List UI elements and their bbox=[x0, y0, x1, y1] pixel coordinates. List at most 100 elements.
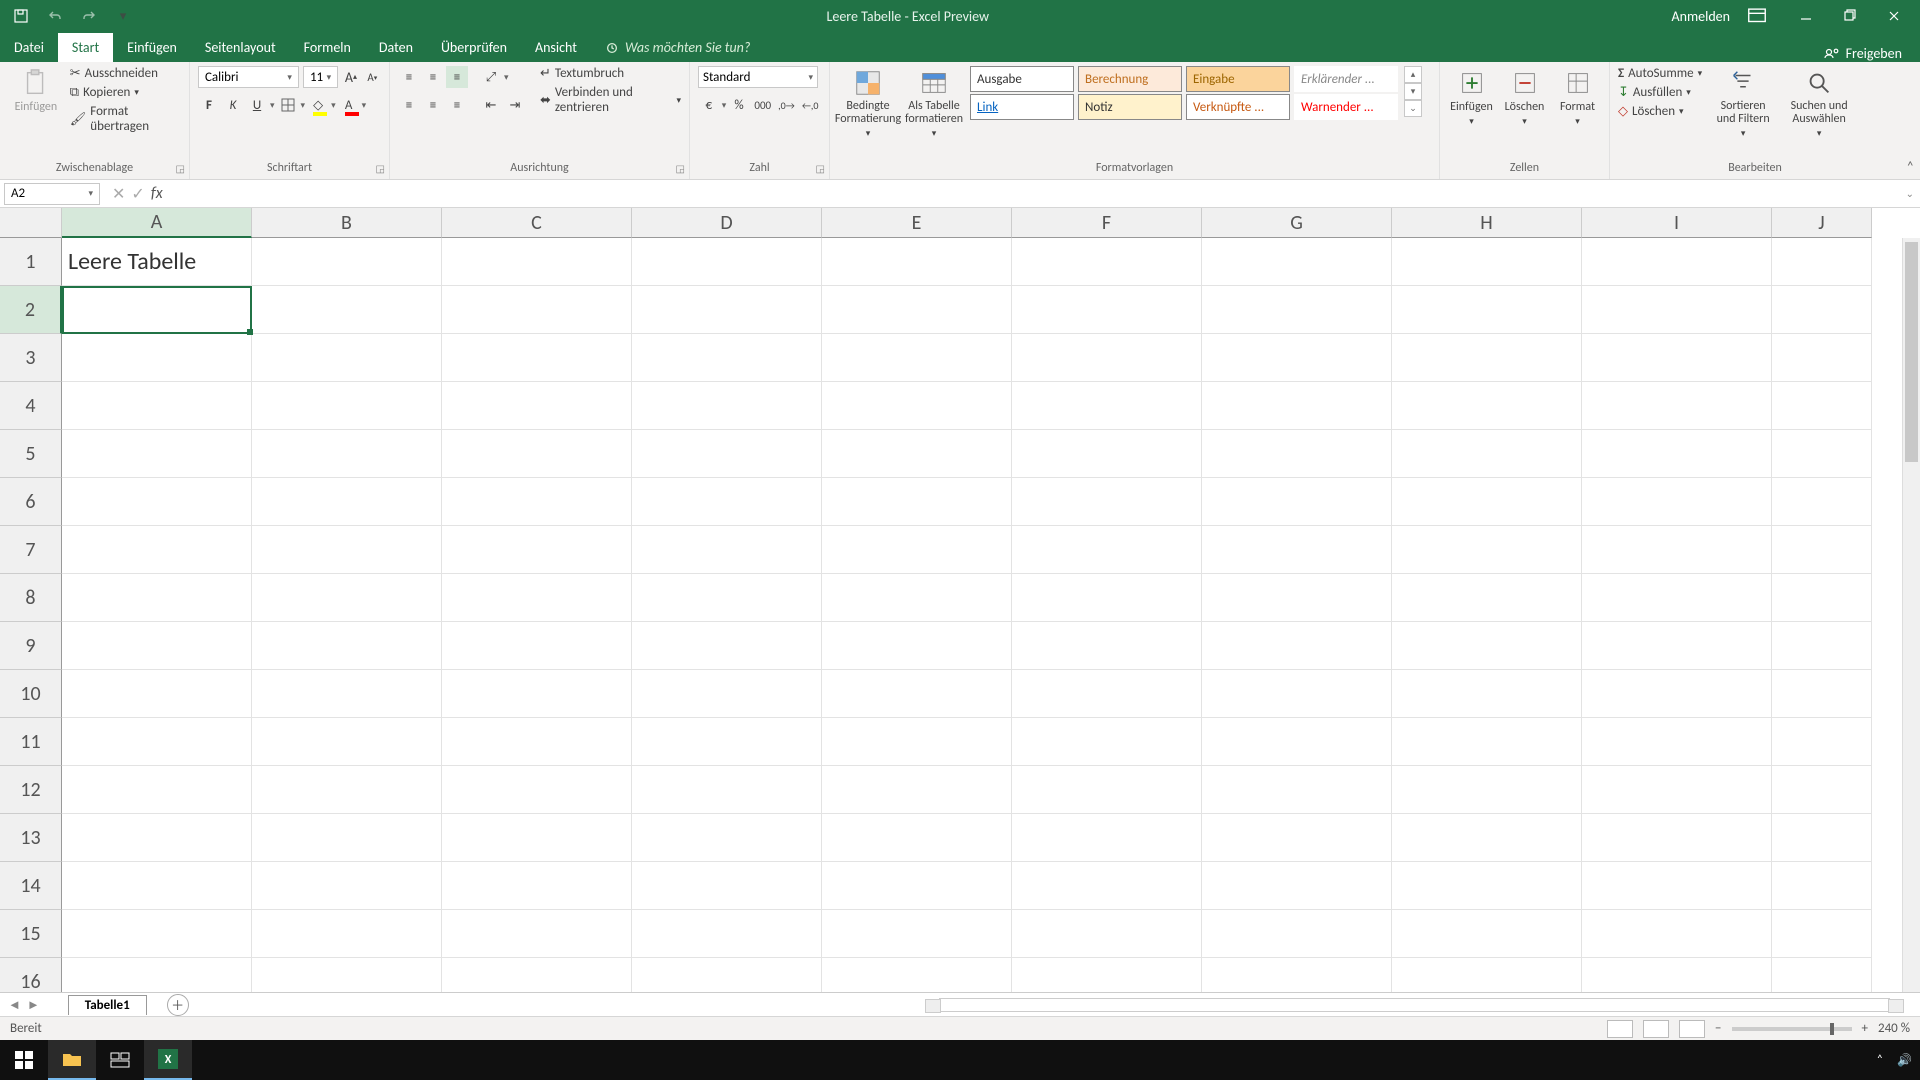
bold-button[interactable]: F bbox=[198, 94, 220, 116]
format-as-table-button[interactable]: Als Tabelle formatieren▾ bbox=[904, 66, 964, 141]
italic-button[interactable]: K bbox=[222, 94, 244, 116]
cell[interactable] bbox=[442, 718, 632, 766]
cell-style-option[interactable]: Erklärender ... bbox=[1294, 66, 1398, 92]
cell[interactable] bbox=[822, 670, 1012, 718]
insert-cells-button[interactable]: Einfügen▾ bbox=[1448, 66, 1495, 129]
cell[interactable] bbox=[822, 910, 1012, 958]
cell[interactable] bbox=[1772, 958, 1872, 992]
row-header[interactable]: 6 bbox=[0, 478, 62, 526]
enter-formula-icon[interactable]: ✓ bbox=[131, 184, 144, 204]
cell[interactable] bbox=[62, 910, 252, 958]
cell[interactable] bbox=[1202, 622, 1392, 670]
align-right-icon[interactable]: ≡ bbox=[446, 94, 468, 116]
accounting-format-icon[interactable]: € bbox=[698, 94, 720, 116]
view-page-layout-icon[interactable] bbox=[1643, 1020, 1669, 1038]
cell[interactable] bbox=[252, 574, 442, 622]
cell[interactable] bbox=[1772, 862, 1872, 910]
cell[interactable] bbox=[1202, 382, 1392, 430]
cell[interactable] bbox=[62, 286, 252, 334]
cell[interactable] bbox=[822, 622, 1012, 670]
cell[interactable] bbox=[252, 334, 442, 382]
cell[interactable] bbox=[1582, 382, 1772, 430]
row-header[interactable]: 2 bbox=[0, 286, 62, 334]
cell[interactable] bbox=[442, 286, 632, 334]
cell[interactable] bbox=[1392, 622, 1582, 670]
cell[interactable] bbox=[822, 286, 1012, 334]
decrease-decimal-icon[interactable]: ←,0 bbox=[799, 94, 821, 116]
format-cells-button[interactable]: Format▾ bbox=[1554, 66, 1601, 129]
cell[interactable] bbox=[1392, 382, 1582, 430]
cell[interactable] bbox=[62, 622, 252, 670]
cell[interactable] bbox=[252, 718, 442, 766]
cell[interactable] bbox=[1582, 814, 1772, 862]
cell[interactable] bbox=[442, 382, 632, 430]
cell[interactable] bbox=[62, 862, 252, 910]
zoom-level[interactable]: 240 % bbox=[1878, 1021, 1910, 1036]
column-header[interactable]: I bbox=[1582, 208, 1772, 238]
save-icon[interactable] bbox=[10, 5, 32, 27]
format-painter-button[interactable]: 🖌Format übertragen bbox=[70, 104, 181, 134]
cell-style-option[interactable]: Ausgabe bbox=[970, 66, 1074, 92]
cell[interactable] bbox=[1392, 286, 1582, 334]
cell[interactable] bbox=[632, 334, 822, 382]
cell-style-option[interactable]: Warnender ... bbox=[1294, 94, 1398, 120]
row-header[interactable]: 3 bbox=[0, 334, 62, 382]
tab-file[interactable]: Datei bbox=[0, 33, 58, 62]
cell[interactable] bbox=[1392, 910, 1582, 958]
cell[interactable] bbox=[62, 430, 252, 478]
underline-button[interactable]: U bbox=[246, 94, 268, 116]
cell[interactable] bbox=[822, 958, 1012, 992]
find-select-button[interactable]: Suchen und Auswählen▾ bbox=[1784, 66, 1854, 141]
row-header[interactable]: 4 bbox=[0, 382, 62, 430]
cell[interactable] bbox=[252, 910, 442, 958]
cell[interactable] bbox=[1392, 334, 1582, 382]
cell[interactable] bbox=[442, 622, 632, 670]
clear-button[interactable]: ◇Löschen▾ bbox=[1618, 104, 1702, 119]
cell[interactable] bbox=[62, 526, 252, 574]
ribbon-display-icon[interactable] bbox=[1746, 5, 1768, 27]
sheet-nav-next-icon[interactable]: ► bbox=[27, 997, 40, 1013]
cell[interactable] bbox=[632, 382, 822, 430]
decrease-font-icon[interactable]: A▾ bbox=[364, 66, 381, 88]
cell[interactable] bbox=[632, 670, 822, 718]
new-sheet-button[interactable]: ＋ bbox=[167, 994, 189, 1016]
gallery-up-icon[interactable]: ▴ bbox=[1404, 66, 1422, 83]
cell[interactable] bbox=[1012, 670, 1202, 718]
cell[interactable] bbox=[632, 958, 822, 992]
cell[interactable] bbox=[1392, 958, 1582, 992]
cell[interactable] bbox=[822, 238, 1012, 286]
cell[interactable] bbox=[62, 478, 252, 526]
cell[interactable] bbox=[1582, 526, 1772, 574]
row-header[interactable]: 8 bbox=[0, 574, 62, 622]
formula-input[interactable] bbox=[171, 183, 1900, 205]
sign-in[interactable]: Anmelden bbox=[1672, 8, 1731, 25]
taskbar-excel-icon[interactable]: X bbox=[144, 1040, 192, 1080]
orientation-icon[interactable]: ⤢ bbox=[480, 66, 502, 88]
cell[interactable] bbox=[1392, 526, 1582, 574]
cell[interactable] bbox=[1582, 334, 1772, 382]
borders-button[interactable] bbox=[277, 94, 299, 116]
cell[interactable] bbox=[252, 862, 442, 910]
cell[interactable] bbox=[442, 478, 632, 526]
taskbar-taskview-icon[interactable] bbox=[96, 1040, 144, 1080]
expand-formula-bar-icon[interactable]: ⌄ bbox=[1900, 187, 1920, 200]
column-header[interactable]: E bbox=[822, 208, 1012, 238]
cell[interactable] bbox=[1012, 286, 1202, 334]
cell[interactable] bbox=[822, 862, 1012, 910]
zoom-out-icon[interactable]: − bbox=[1715, 1021, 1721, 1036]
spreadsheet-grid[interactable]: ABCDEFGHIJ1Leere Tabelle2345678910111213… bbox=[0, 208, 1920, 992]
wrap-text-button[interactable]: ↵Textumbruch bbox=[540, 66, 681, 81]
cell-styles-gallery[interactable]: AusgabeBerechnungEingabeErklärender ...L… bbox=[970, 66, 1398, 120]
cell[interactable] bbox=[1202, 670, 1392, 718]
copy-button[interactable]: ⧉Kopieren▾ bbox=[70, 85, 181, 100]
row-header[interactable]: 16 bbox=[0, 958, 62, 992]
tab-daten[interactable]: Daten bbox=[365, 33, 427, 62]
cell[interactable] bbox=[1012, 430, 1202, 478]
cell[interactable] bbox=[442, 958, 632, 992]
row-header[interactable]: 11 bbox=[0, 718, 62, 766]
cell[interactable] bbox=[1582, 286, 1772, 334]
tab-einfügen[interactable]: Einfügen bbox=[113, 33, 191, 62]
cell[interactable] bbox=[822, 334, 1012, 382]
cell[interactable] bbox=[632, 766, 822, 814]
undo-icon[interactable] bbox=[44, 5, 66, 27]
